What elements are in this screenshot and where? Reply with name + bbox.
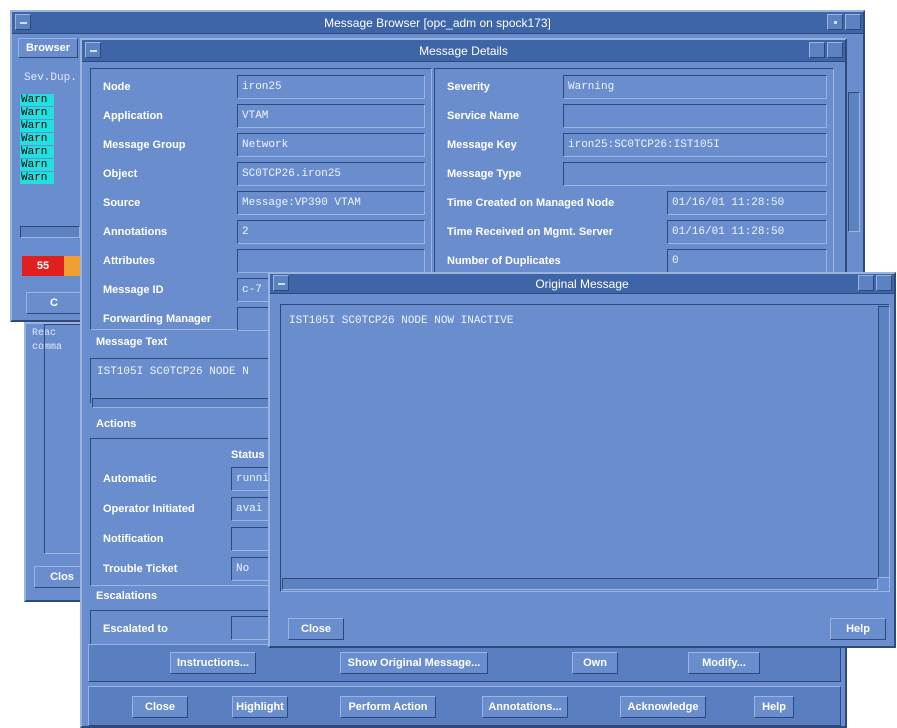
minimize-icon bbox=[834, 21, 837, 24]
browser-vscroll[interactable] bbox=[848, 92, 860, 232]
severity-warn-cell[interactable]: Warn bbox=[20, 146, 54, 158]
acknowledge-button[interactable]: Acknowledge bbox=[620, 696, 706, 718]
browser-action-button[interactable]: C bbox=[26, 292, 82, 314]
severity-warn-cell[interactable]: Warn bbox=[20, 120, 54, 132]
field-label: Object bbox=[103, 168, 138, 180]
original-hscroll[interactable] bbox=[282, 578, 878, 590]
maximize-button[interactable] bbox=[876, 275, 892, 291]
window-menu-button[interactable] bbox=[273, 275, 289, 291]
field-label: Message Group bbox=[103, 139, 186, 151]
field-label: Annotations bbox=[103, 226, 168, 238]
original-close-button[interactable]: Close bbox=[288, 618, 344, 640]
close-button[interactable]: Close bbox=[132, 696, 188, 718]
help-button[interactable]: Help bbox=[754, 696, 794, 718]
severity-warn-cell[interactable]: Warn bbox=[20, 172, 54, 184]
field-label: Message Key bbox=[447, 139, 517, 151]
field-value[interactable] bbox=[563, 162, 827, 186]
message-browser-title: Message Browser [opc_adm on spock173] bbox=[12, 12, 863, 34]
field-value[interactable]: 01/16/01 11:28:50 bbox=[667, 220, 827, 244]
field-value[interactable]: iron25 bbox=[237, 75, 425, 99]
button-row-2 bbox=[88, 686, 841, 726]
maximize-button[interactable] bbox=[845, 14, 861, 30]
original-message-text: IST105I SC0TCP26 NODE NOW INACTIVE bbox=[289, 315, 514, 327]
message-text-value: IST105I SC0TCP26 NODE N bbox=[97, 366, 249, 378]
action-label: Operator Initiated bbox=[103, 503, 195, 515]
browser-hscroll[interactable] bbox=[20, 226, 80, 238]
window-menu-button[interactable] bbox=[85, 42, 101, 58]
browser-menu-button[interactable]: Browser bbox=[18, 38, 78, 58]
modify-button[interactable]: Modify... bbox=[688, 652, 760, 674]
action-label: Notification bbox=[103, 533, 164, 545]
field-value[interactable]: 2 bbox=[237, 220, 425, 244]
field-value[interactable]: Warning bbox=[563, 75, 827, 99]
show-original-message-button[interactable]: Show Original Message... bbox=[340, 652, 488, 674]
original-message-title: Original Message bbox=[270, 274, 894, 294]
field-value[interactable]: 01/16/01 11:28:50 bbox=[667, 191, 827, 215]
message-list[interactable]: Warn Warn Warn Warn Warn Warn Warn bbox=[20, 94, 54, 185]
message-text-label: Message Text bbox=[96, 336, 168, 348]
escalations-label: Escalations bbox=[96, 590, 158, 602]
action-label: Trouble Ticket bbox=[103, 563, 178, 575]
message-text-hscroll[interactable] bbox=[92, 398, 292, 408]
count-red: 55 bbox=[22, 256, 64, 276]
maximize-button[interactable] bbox=[827, 42, 843, 58]
field-label: Node bbox=[103, 81, 131, 93]
window-menu-icon bbox=[278, 283, 285, 285]
field-value[interactable]: VTAM bbox=[237, 104, 425, 128]
original-text-area[interactable]: IST105I SC0TCP26 NODE NOW INACTIVE bbox=[280, 304, 890, 592]
minimize-button[interactable] bbox=[827, 14, 843, 30]
field-label: Source bbox=[103, 197, 141, 209]
field-value[interactable]: iron25:SC0TCP26:IST105I bbox=[563, 133, 827, 157]
field-value[interactable] bbox=[237, 249, 425, 273]
actions-label: Actions bbox=[96, 418, 137, 430]
field-value[interactable]: SC0TCP26.iron25 bbox=[237, 162, 425, 186]
field-label: Application bbox=[103, 110, 163, 122]
field-label: Message Type bbox=[447, 168, 522, 180]
field-value[interactable]: Message:VP390 VTAM bbox=[237, 191, 425, 215]
severity-header: Sev.Dup. bbox=[24, 72, 77, 84]
field-label: Forwarding Manager bbox=[103, 313, 212, 325]
field-value[interactable] bbox=[563, 104, 827, 128]
window-menu-icon bbox=[90, 50, 97, 52]
action-label: Automatic bbox=[103, 473, 157, 485]
perform-action-button[interactable]: Perform Action bbox=[340, 696, 436, 718]
field-value[interactable]: 0 bbox=[667, 249, 827, 273]
window-menu-icon bbox=[20, 22, 27, 24]
field-label: Message ID bbox=[103, 284, 164, 296]
window-menu-button[interactable] bbox=[15, 14, 31, 30]
field-value[interactable]: Network bbox=[237, 133, 425, 157]
minimize-button[interactable] bbox=[858, 275, 874, 291]
field-label: Service Name bbox=[447, 110, 520, 122]
annotations-button[interactable]: Annotations... bbox=[482, 696, 568, 718]
field-label: Time Created on Managed Node bbox=[447, 197, 615, 209]
instructions-button[interactable]: Instructions... bbox=[170, 652, 256, 674]
status-column-header: Status bbox=[231, 449, 265, 461]
severity-warn-cell[interactable]: Warn bbox=[20, 133, 54, 145]
field-label: Severity bbox=[447, 81, 490, 93]
original-help-button[interactable]: Help bbox=[830, 618, 886, 640]
highlight-button[interactable]: Highlight bbox=[232, 696, 288, 718]
escalated-to-field[interactable] bbox=[231, 616, 271, 640]
field-label: Number of Duplicates bbox=[447, 255, 561, 267]
field-label: Attributes bbox=[103, 255, 155, 267]
message-details-title: Message Details bbox=[82, 40, 845, 62]
escalated-to-label: Escalated to bbox=[103, 623, 168, 635]
original-message-window: Original Message IST105I SC0TCP26 NODE N… bbox=[268, 272, 896, 648]
field-label: Time Received on Mgmt. Server bbox=[447, 226, 614, 238]
original-vscroll[interactable] bbox=[878, 306, 890, 578]
severity-warn-cell[interactable]: Warn bbox=[20, 94, 54, 106]
severity-warn-cell[interactable]: Warn bbox=[20, 107, 54, 119]
minimize-button[interactable] bbox=[809, 42, 825, 58]
own-button[interactable]: Own bbox=[572, 652, 618, 674]
severity-warn-cell[interactable]: Warn bbox=[20, 159, 54, 171]
